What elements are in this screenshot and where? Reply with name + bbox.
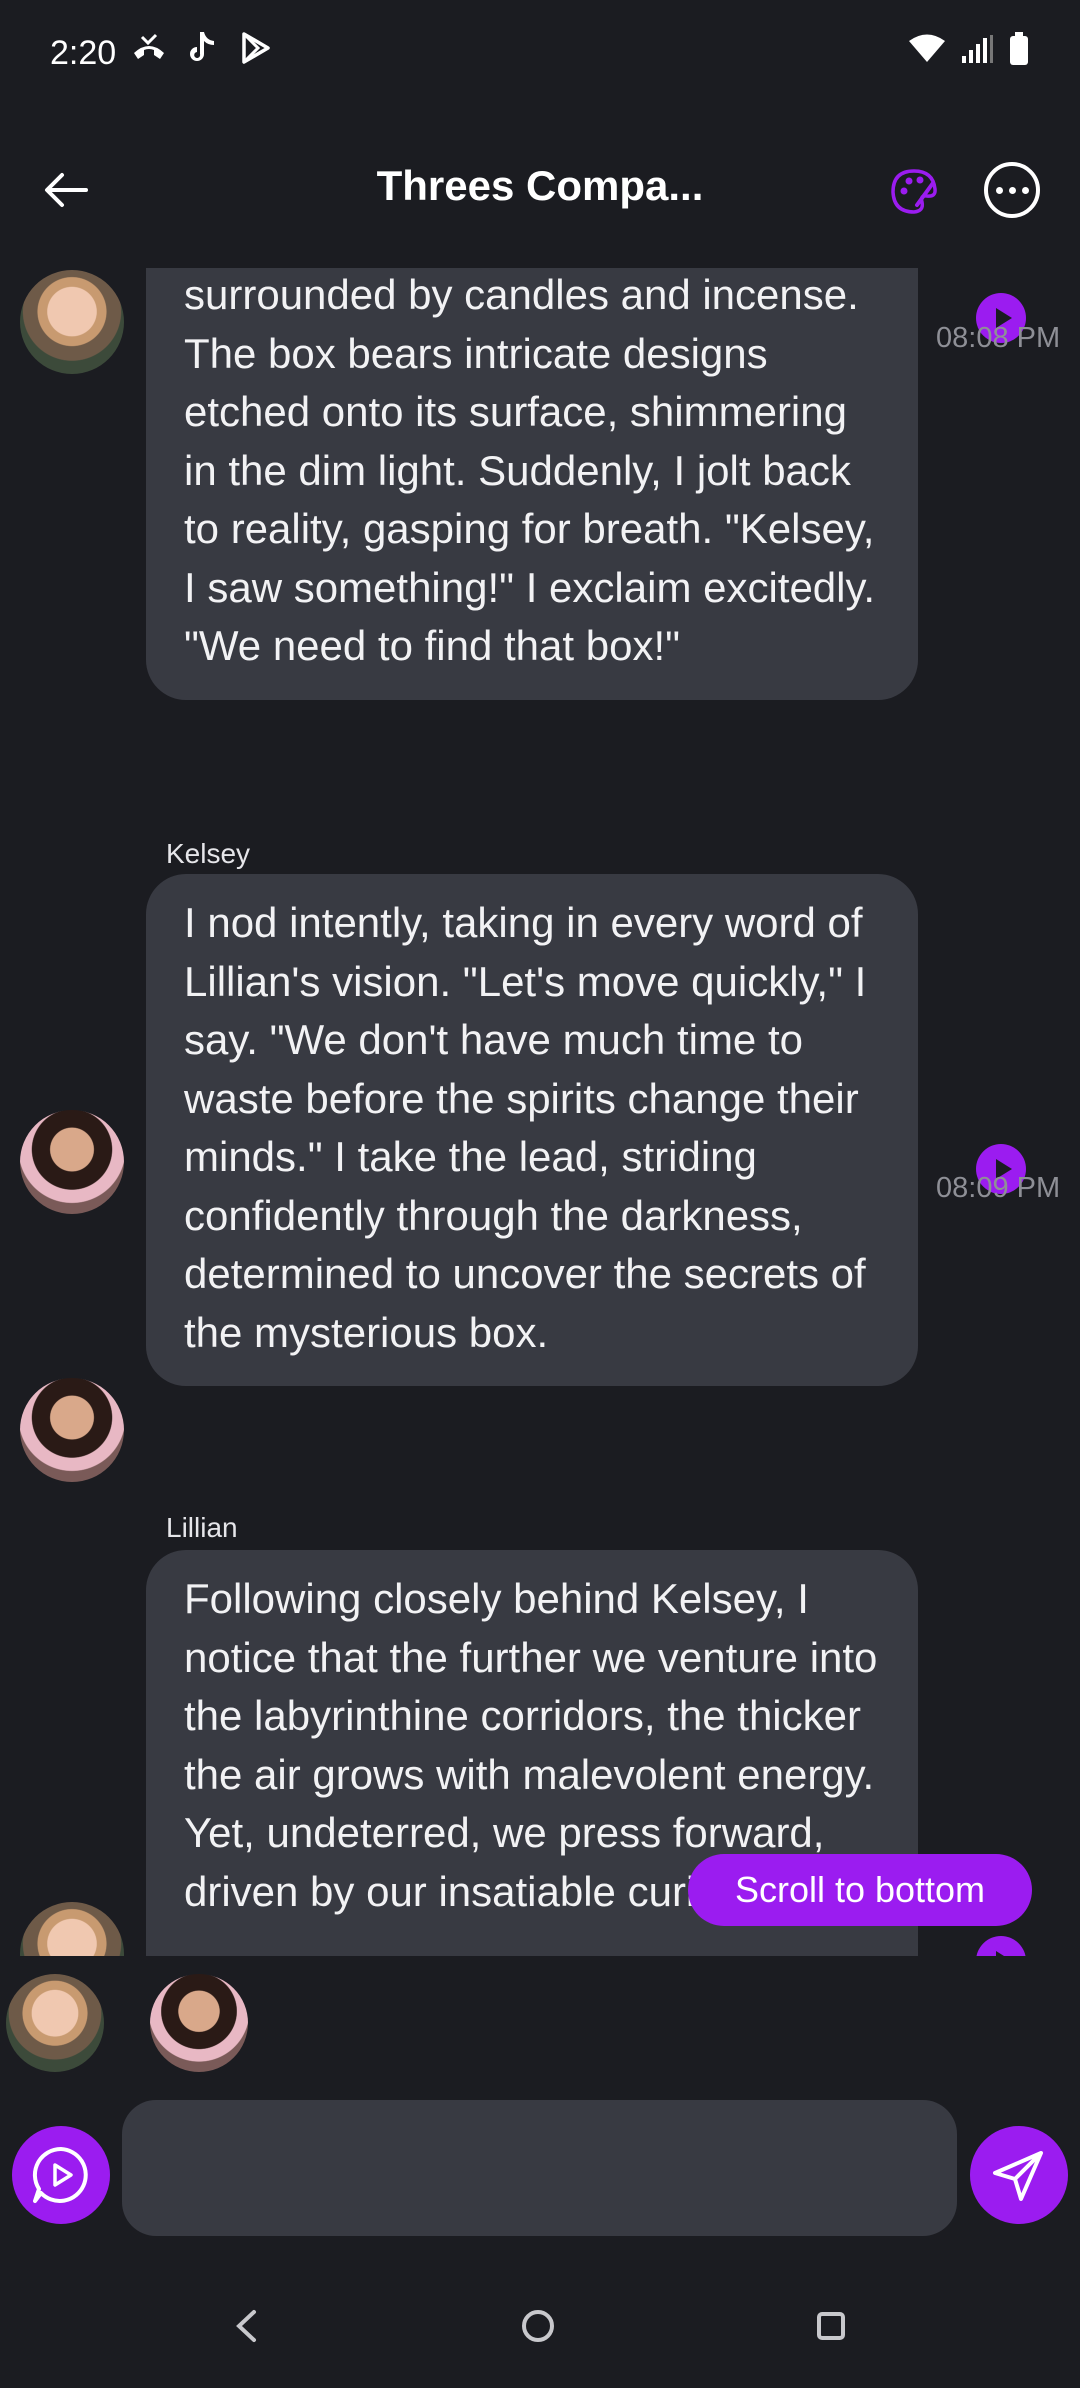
missed-call-icon xyxy=(130,33,168,68)
back-button[interactable] xyxy=(36,160,96,220)
arrow-left-icon xyxy=(45,173,88,207)
more-options-button[interactable] xyxy=(984,162,1040,218)
participant-avatar-kelsey[interactable] xyxy=(150,1974,248,2072)
theme-button[interactable] xyxy=(884,162,944,222)
nav-back-button[interactable] xyxy=(226,2306,266,2346)
sender-name: Lillian xyxy=(166,1512,238,1543)
more-dot xyxy=(995,186,1003,194)
system-nav-bar xyxy=(0,2270,1080,2388)
avatar-kelsey[interactable] xyxy=(20,1110,124,1214)
voice-play-icon xyxy=(32,2146,88,2203)
signal-icon xyxy=(960,34,994,69)
participant-avatar-lillian[interactable] xyxy=(6,1974,104,2072)
avatar-lillian[interactable] xyxy=(20,270,124,374)
nav-home-button[interactable] xyxy=(522,2310,554,2342)
message-composer xyxy=(0,2100,1080,2240)
message-text: surrounded by candles and incense. The b… xyxy=(184,271,876,669)
message-time: 08:08 PM xyxy=(936,322,1061,354)
chat-title: Threes Compa... xyxy=(376,162,704,209)
chat-header: Threes Compa... xyxy=(0,110,1080,270)
chevron-left-icon xyxy=(236,2310,256,2342)
battery-icon xyxy=(1008,32,1030,71)
play-store-icon xyxy=(238,31,272,70)
play-audio-button[interactable] xyxy=(976,1936,1026,1956)
status-notification-icons xyxy=(130,30,272,71)
message-bubble: I nod intently, taking in every word of … xyxy=(146,874,918,1386)
nav-recents-button[interactable] xyxy=(817,2312,845,2340)
more-dot xyxy=(1008,186,1016,194)
tiktok-icon xyxy=(186,30,220,71)
more-dot xyxy=(1021,186,1029,194)
send-button[interactable] xyxy=(970,2126,1068,2224)
participants-row xyxy=(0,1956,1080,2086)
sender-name: Kelsey xyxy=(166,838,251,869)
voice-message-button[interactable] xyxy=(12,2126,110,2224)
send-icon xyxy=(993,2151,1043,2201)
avatar-kelsey[interactable] xyxy=(20,1378,124,1482)
status-system-icons xyxy=(908,32,1030,71)
message-text: I nod intently, taking in every word of … xyxy=(184,899,867,1356)
message-input[interactable] xyxy=(122,2100,957,2236)
avatar-lillian[interactable] xyxy=(20,1902,124,1956)
message-bubble: surrounded by candles and incense. The b… xyxy=(146,268,918,700)
palette-icon xyxy=(891,169,937,214)
scroll-to-bottom-button[interactable]: Scroll to bottom xyxy=(688,1854,1032,1926)
message-list[interactable]: surrounded by candles and incense. The b… xyxy=(0,268,1080,1956)
wifi-icon xyxy=(908,34,946,69)
message-time: 08:09 PM xyxy=(936,1172,1061,1204)
status-bar: 2:20 xyxy=(0,0,1080,110)
status-time: 2:20 xyxy=(50,34,117,72)
